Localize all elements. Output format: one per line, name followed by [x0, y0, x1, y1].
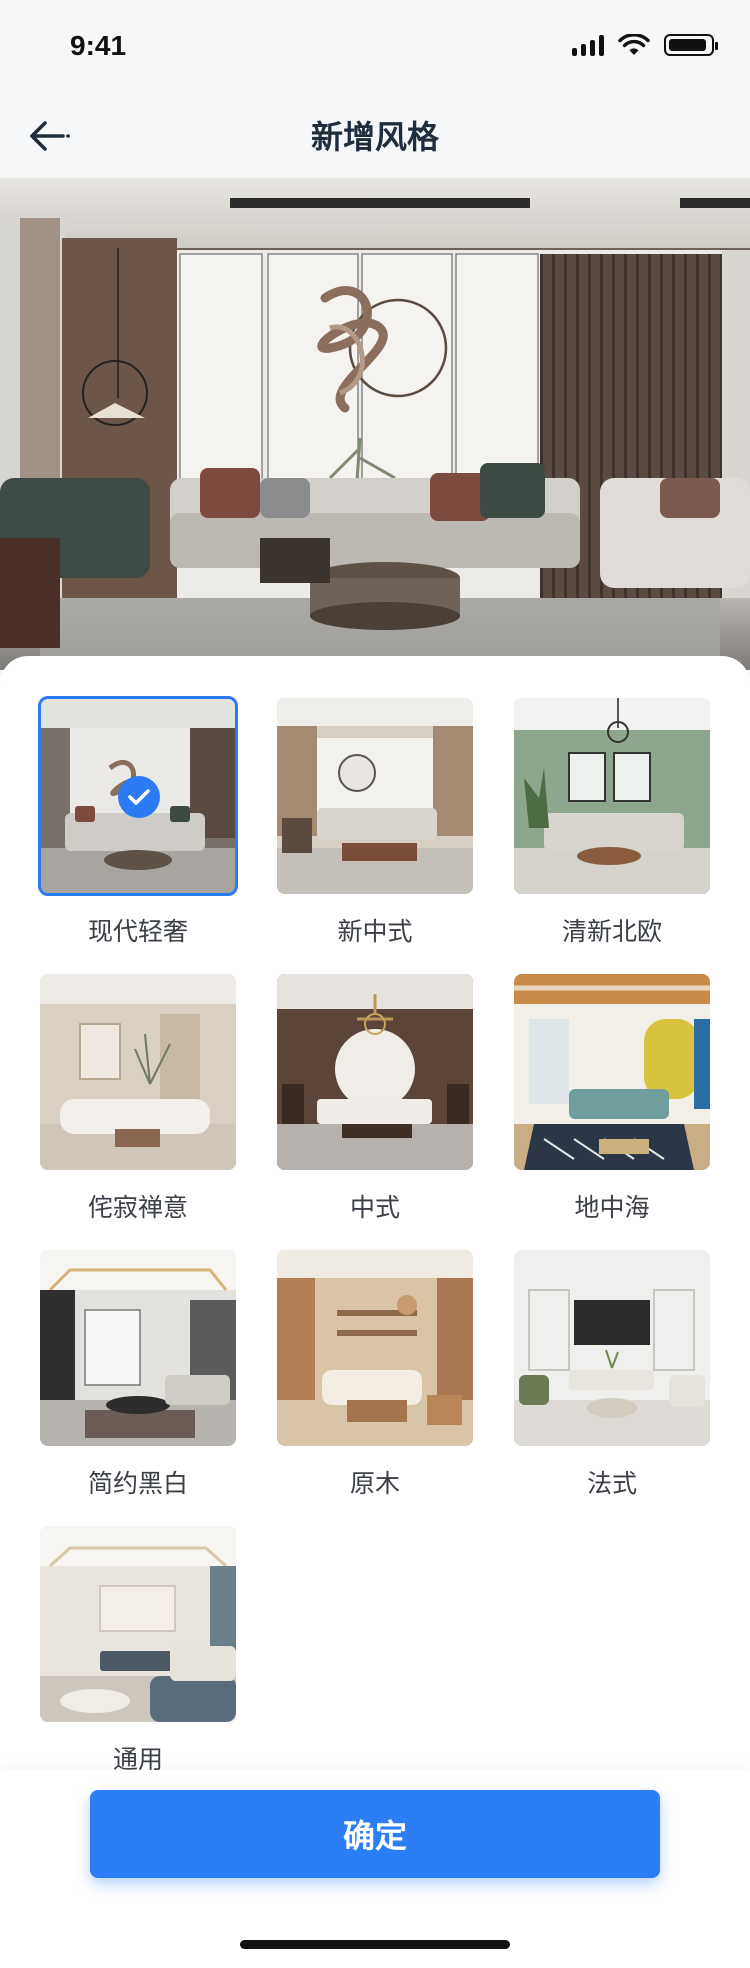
style-label: 简约黑白	[87, 1469, 188, 1498]
style-label: 侘寂禅意	[87, 1193, 188, 1222]
style-thumbnail[interactable]	[277, 974, 473, 1170]
status-bar: 9:41	[0, 0, 750, 92]
home-indicator[interactable]	[240, 1940, 510, 1949]
style-thumbnail[interactable]	[38, 696, 238, 896]
style-thumbnail[interactable]	[514, 698, 710, 894]
wifi-icon	[618, 34, 650, 55]
style-thumbnail[interactable]	[40, 1250, 236, 1446]
style-thumbnail[interactable]	[277, 698, 473, 894]
style-label: 新中式	[337, 917, 413, 946]
style-thumbnail[interactable]	[514, 1250, 710, 1446]
style-card-new-chinese[interactable]: 新中式	[277, 698, 473, 946]
cellular-signal-icon	[572, 34, 604, 56]
bottom-action-bar: 确定	[0, 1770, 750, 1968]
style-card-fresh-nordic[interactable]: 清新北欧	[514, 698, 710, 946]
style-thumbnail[interactable]	[40, 974, 236, 1170]
style-card-general[interactable]: 通用	[40, 1526, 236, 1774]
confirm-button[interactable]: 确定	[90, 1790, 660, 1878]
style-card-natural-wood[interactable]: 原木	[277, 1250, 473, 1498]
style-label: 现代轻奢	[87, 917, 188, 946]
style-card-french[interactable]: 法式	[514, 1250, 710, 1498]
style-card-mediterranean[interactable]: 地中海	[514, 974, 710, 1222]
hero-room-image	[0, 178, 750, 670]
nav-bar: 新增风格	[0, 92, 750, 178]
style-label: 清新北欧	[561, 917, 662, 946]
style-label: 原木	[349, 1469, 400, 1498]
style-card-minimal-black-white[interactable]: 简约黑白	[40, 1250, 236, 1498]
style-card-wabi-sabi[interactable]: 侘寂禅意	[40, 974, 236, 1222]
hero-carousel[interactable]	[0, 178, 750, 670]
style-thumbnail[interactable]	[40, 1526, 236, 1722]
style-card-modern-light-luxury[interactable]: 现代轻奢	[38, 696, 238, 946]
status-time: 9:41	[70, 30, 127, 61]
selected-check-icon	[118, 776, 160, 818]
style-card-chinese[interactable]: 中式	[277, 974, 473, 1222]
style-thumbnail[interactable]	[514, 974, 710, 1170]
style-label: 中式	[349, 1193, 400, 1222]
status-icons	[572, 34, 718, 56]
style-label: 地中海	[574, 1193, 650, 1222]
style-thumbnail[interactable]	[277, 1250, 473, 1446]
page-title: 新增风格	[310, 118, 439, 156]
style-label: 法式	[586, 1469, 637, 1498]
battery-icon	[664, 34, 718, 56]
